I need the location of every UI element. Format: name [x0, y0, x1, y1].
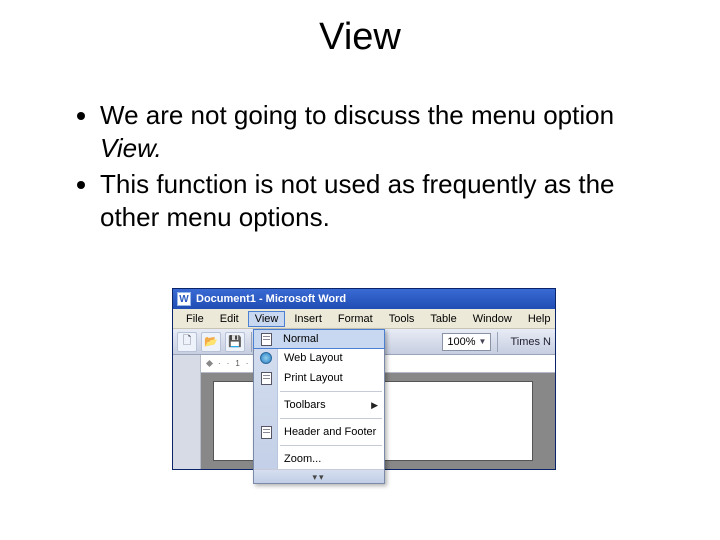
- view-print-label: Print Layout: [284, 372, 343, 384]
- zoom-box[interactable]: 100% ▼: [442, 333, 491, 351]
- toolbar-sep2: [497, 332, 498, 352]
- word-screenshot: W Document1 - Microsoft Word File Edit V…: [172, 288, 556, 470]
- zoom-value: 100%: [447, 336, 475, 348]
- view-normal-label: Normal: [283, 333, 318, 345]
- view-web-item[interactable]: Web Layout: [254, 348, 384, 368]
- menu-tools[interactable]: Tools: [382, 311, 422, 327]
- bullet1-text: We are not going to discuss the menu opt…: [100, 100, 614, 130]
- menu-help[interactable]: Help: [521, 311, 558, 327]
- dropdown-sep1: [280, 391, 382, 392]
- dropdown-sep2: [280, 418, 382, 419]
- bullet-list: We are not going to discuss the menu opt…: [60, 99, 660, 233]
- view-header-label: Header and Footer: [284, 426, 376, 438]
- save-button[interactable]: 💾: [225, 332, 245, 352]
- word-titlebar: W Document1 - Microsoft Word: [173, 289, 555, 309]
- menu-table[interactable]: Table: [423, 311, 463, 327]
- menu-window[interactable]: Window: [466, 311, 519, 327]
- view-web-label: Web Layout: [284, 352, 343, 364]
- view-toolbars-item[interactable]: Toolbars ▶: [254, 395, 384, 415]
- header-footer-icon: [258, 425, 274, 439]
- menu-insert[interactable]: Insert: [287, 311, 329, 327]
- left-gutter: [173, 355, 201, 469]
- dropdown-sep3: [280, 445, 382, 446]
- normal-view-icon: [258, 332, 274, 346]
- view-zoom-label: Zoom...: [284, 453, 321, 465]
- view-zoom-item[interactable]: Zoom...: [254, 449, 384, 469]
- slide-title: View: [0, 0, 720, 59]
- expand-menu-chevrons[interactable]: ▾▾: [254, 469, 384, 483]
- menu-view[interactable]: View: [248, 311, 286, 327]
- word-menubar: File Edit View Insert Format Tools Table…: [173, 309, 555, 329]
- view-print-item[interactable]: Print Layout: [254, 368, 384, 388]
- view-dropdown: Normal Web Layout Print Layout Toolbars …: [253, 329, 385, 484]
- bullet-1: We are not going to discuss the menu opt…: [100, 99, 660, 164]
- menu-file[interactable]: File: [179, 311, 211, 327]
- font-name-label: Times N: [510, 336, 551, 348]
- bullet1-italic: View.: [100, 133, 162, 163]
- submenu-arrow-icon: ▶: [371, 400, 378, 411]
- chevron-down-icon: ▼: [479, 337, 487, 346]
- bullet-2: This function is not used as frequently …: [100, 168, 660, 233]
- toolbar-sep: [251, 332, 252, 352]
- web-layout-icon: [258, 351, 274, 365]
- view-header-item[interactable]: Header and Footer: [254, 422, 384, 442]
- word-title-text: Document1 - Microsoft Word: [196, 293, 346, 305]
- print-layout-icon: [258, 371, 274, 385]
- open-button[interactable]: 📂: [201, 332, 221, 352]
- menu-format[interactable]: Format: [331, 311, 380, 327]
- view-normal-item[interactable]: Normal: [253, 329, 385, 349]
- menu-edit[interactable]: Edit: [213, 311, 246, 327]
- new-doc-button[interactable]: 🗋: [177, 332, 197, 352]
- view-toolbars-label: Toolbars: [284, 399, 326, 411]
- word-app-icon: W: [177, 292, 191, 306]
